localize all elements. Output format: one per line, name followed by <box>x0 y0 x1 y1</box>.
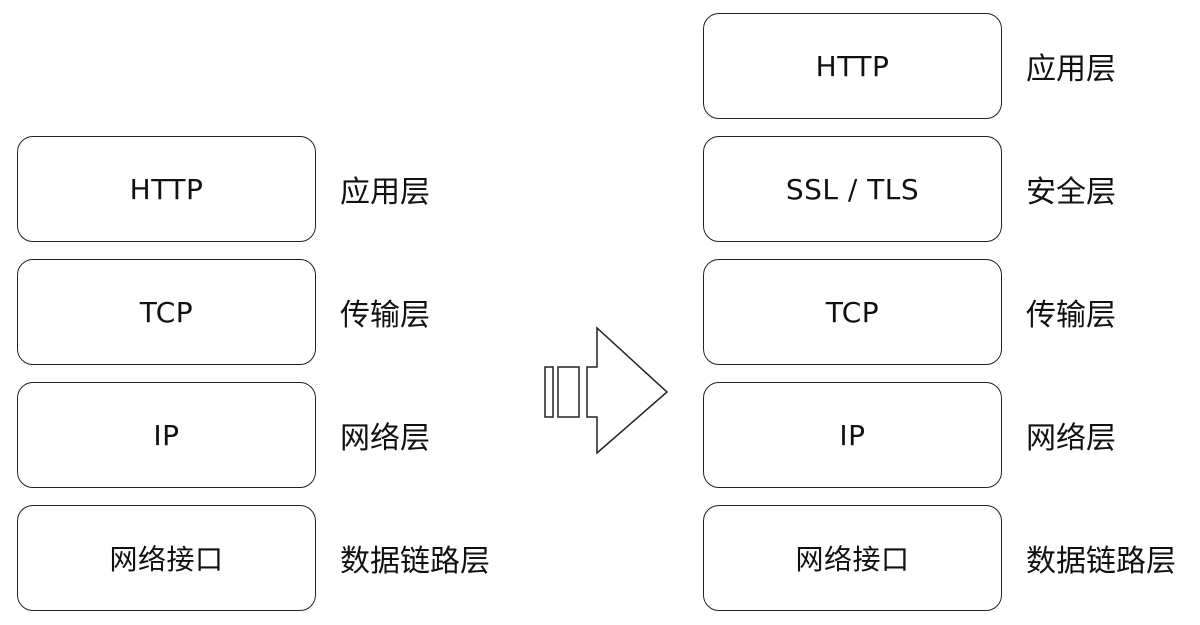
left-layer-box-interface: 网络接口 <box>17 505 316 611</box>
left-layer-name-transport: 传输层 <box>340 298 430 333</box>
right-arrow-icon <box>544 326 669 455</box>
right-layer-box-interface: 网络接口 <box>703 505 1002 611</box>
layer-protocol: TCP <box>139 295 194 329</box>
right-layer-name-security: 安全层 <box>1026 175 1116 210</box>
left-layer-box-ip: IP <box>17 382 316 488</box>
right-layer-box-tcp: TCP <box>703 259 1002 365</box>
right-layer-name-datalink: 数据链路层 <box>1026 544 1176 579</box>
right-layer-name-application: 应用层 <box>1026 52 1116 87</box>
layer-protocol: HTTP <box>129 172 204 206</box>
right-layer-name-transport: 传输层 <box>1026 298 1116 333</box>
layer-protocol: 网络接口 <box>795 543 910 576</box>
right-layer-box-http: HTTP <box>703 13 1002 119</box>
left-layer-name-datalink: 数据链路层 <box>340 544 490 579</box>
right-layer-box-ssl-tls: SSL / TLS <box>703 136 1002 242</box>
layer-protocol: 网络接口 <box>109 543 224 576</box>
layer-protocol: IP <box>153 418 180 452</box>
layer-protocol: IP <box>839 418 866 452</box>
right-layer-box-ip: IP <box>703 382 1002 488</box>
left-layer-name-network: 网络层 <box>340 421 430 456</box>
layer-protocol: TCP <box>825 295 880 329</box>
right-layer-name-network: 网络层 <box>1026 421 1116 456</box>
layer-protocol: HTTP <box>815 49 890 83</box>
protocol-diagram: HTTP 应用层 TCP 传输层 IP 网络层 网络接口 数据链路层 HTTP … <box>0 0 1200 625</box>
left-layer-box-tcp: TCP <box>17 259 316 365</box>
left-layer-box-http: HTTP <box>17 136 316 242</box>
layer-protocol: SSL / TLS <box>785 172 920 206</box>
left-layer-name-application: 应用层 <box>340 175 430 210</box>
